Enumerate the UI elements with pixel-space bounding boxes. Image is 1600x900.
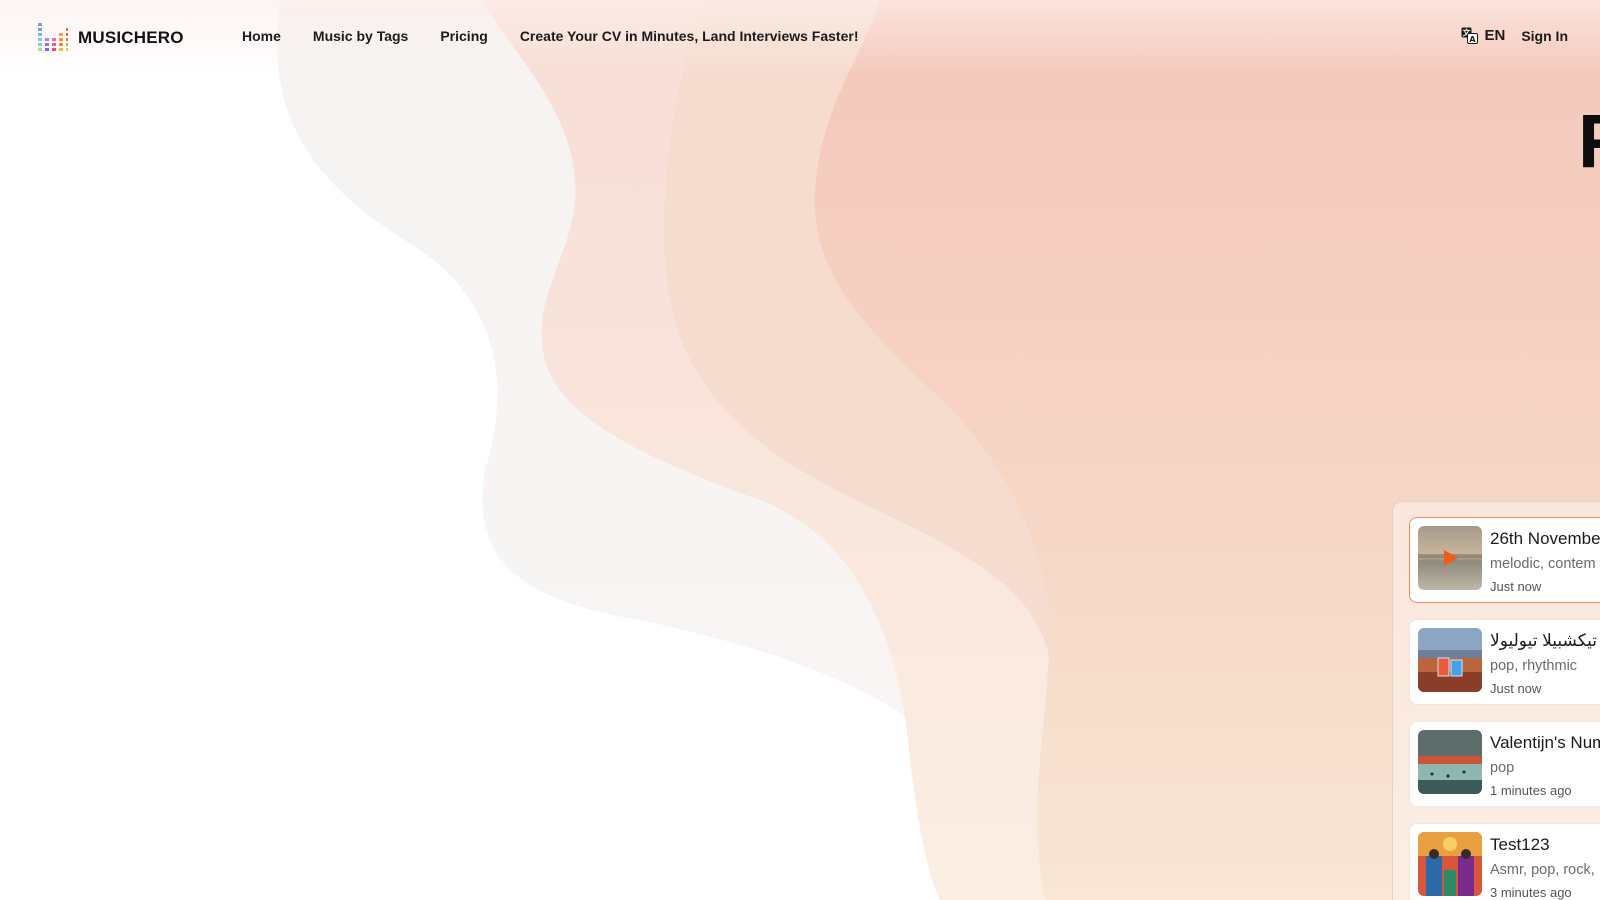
song-tags: melodic, contem — [1490, 556, 1596, 572]
nav-pricing-link[interactable]: Pricing — [440, 28, 487, 44]
play-button[interactable] — [1418, 526, 1482, 590]
brand-name: MUSICHERO — [78, 28, 184, 47]
play-icon — [1444, 550, 1458, 566]
song-card[interactable]: 26th Novembe melodic, contem Just now — [1409, 517, 1600, 603]
song-cover — [1418, 628, 1482, 692]
song-title: تيكشبيلا تيوليولا — [1490, 631, 1597, 650]
song-time: Just now — [1490, 579, 1542, 594]
song-card[interactable]: تيكشبيلا تيوليولا pop, rhythmic Just now — [1409, 619, 1600, 705]
song-time: Just now — [1490, 681, 1542, 696]
hero-title: F — [1578, 104, 1600, 180]
nav-music-by-tags-link[interactable]: Music by Tags — [313, 28, 408, 44]
song-card[interactable]: Test123 Asmr, pop, rock, 3 minutes ago — [1409, 823, 1600, 900]
song-card[interactable]: Valentijn's Num pop 1 minutes ago — [1409, 721, 1600, 807]
song-title: Valentijn's Num — [1490, 733, 1600, 752]
song-cover — [1418, 526, 1482, 590]
song-time: 1 minutes ago — [1490, 783, 1572, 798]
song-cover — [1418, 832, 1482, 896]
nav-create-cv-link[interactable]: Create Your CV in Minutes, Land Intervie… — [520, 28, 859, 44]
top-navigation-bar: MUSICHERO Home Music by Tags Pricing Cre… — [0, 0, 1600, 76]
cover-art-figures — [1418, 832, 1482, 896]
song-tags: pop — [1490, 760, 1515, 776]
song-tags: pop, rhythmic — [1490, 658, 1578, 674]
brand-logo[interactable]: MUSICHERO — [38, 23, 184, 53]
equalizer-logo-icon — [38, 23, 68, 51]
translate-icon: 文 A — [1461, 27, 1479, 44]
song-title: 26th Novembe — [1490, 529, 1600, 548]
cover-art-beach — [1418, 730, 1482, 794]
svg-text:A: A — [1470, 35, 1477, 44]
language-label: EN — [1484, 27, 1506, 44]
song-cover — [1418, 730, 1482, 794]
sign-in-link[interactable]: Sign In — [1521, 28, 1568, 44]
song-title: Test123 — [1490, 835, 1550, 854]
main-nav: Home Music by Tags Pricing Create Your C… — [242, 28, 859, 44]
background-gradient-waves — [0, 0, 1600, 900]
cover-art-desert-drinks — [1418, 628, 1482, 692]
song-tags: Asmr, pop, rock, — [1490, 862, 1595, 878]
song-time: 3 minutes ago — [1490, 885, 1572, 900]
language-switcher[interactable]: 文 A EN — [1461, 27, 1505, 44]
nav-home-link[interactable]: Home — [242, 28, 281, 44]
header-actions: 文 A EN Sign In — [1461, 27, 1568, 44]
